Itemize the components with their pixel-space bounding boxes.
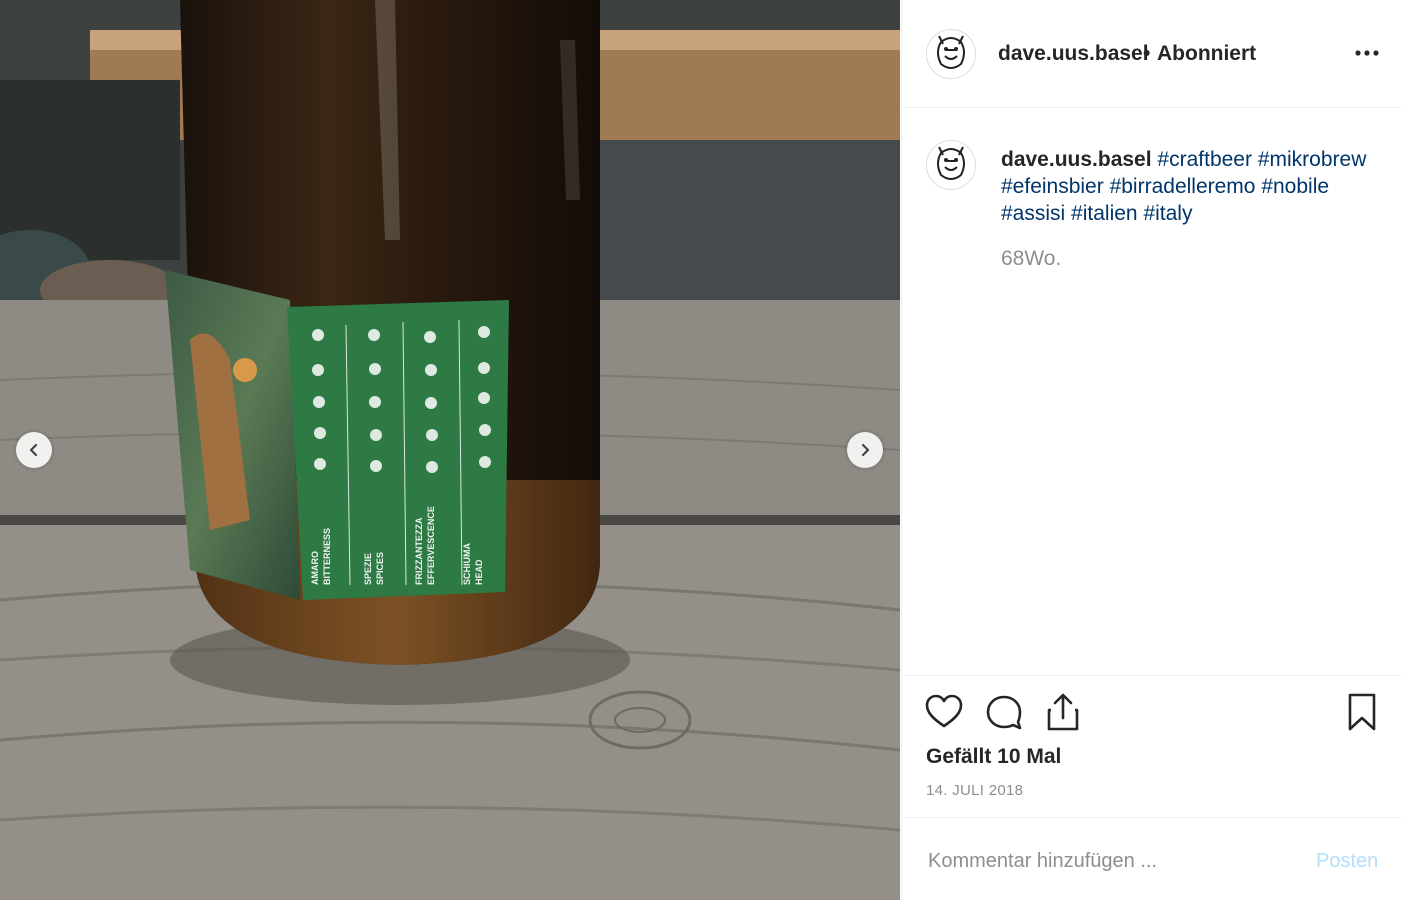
label-col-3-line2: EFFERVESCENCE	[426, 506, 436, 585]
separator-dot: •	[1143, 42, 1151, 65]
comment-input[interactable]	[926, 845, 1290, 877]
hashtag-link[interactable]: #efeinsbier	[1001, 175, 1104, 198]
hashtag-link[interactable]: #italy	[1143, 202, 1192, 225]
post-date[interactable]: 14. JULI 2018	[926, 782, 1023, 799]
next-photo-button[interactable]	[847, 432, 883, 468]
follow-status-button[interactable]: Abonniert	[1157, 42, 1256, 66]
post-photo: AMARO BITTERNESS SPEZIE SPICES FRIZZANTE…	[0, 0, 900, 900]
avatar-face-icon	[927, 141, 975, 189]
hashtag-link[interactable]: #mikrobrew	[1258, 148, 1367, 171]
avatar[interactable]	[926, 29, 976, 79]
actions-divider	[902, 675, 1402, 677]
hashtag-link[interactable]: #assisi	[1001, 202, 1065, 225]
post-side-panel: dave.uus.basel • Abonniert dave.uus.base…	[901, 0, 1402, 900]
likes-count[interactable]: Gefällt 10 Mal	[926, 745, 1061, 769]
caption-avatar[interactable]	[926, 140, 976, 190]
hashtag-link[interactable]: #italien	[1071, 202, 1138, 225]
hashtag-link[interactable]: #birradelleremo	[1110, 175, 1256, 198]
hashtag-link[interactable]: #craftbeer	[1157, 148, 1252, 171]
caption-text: dave.uus.basel #craftbeer #mikrobrew #ef…	[1001, 146, 1381, 227]
chevron-left-icon	[29, 443, 38, 457]
label-col-3-line1: FRIZZANTEZZA	[414, 517, 424, 585]
chevron-right-icon	[861, 443, 870, 457]
more-horizontal-icon[interactable]	[1354, 40, 1380, 66]
post-comment-button[interactable]: Posten	[1316, 850, 1378, 873]
label-col-1-line1: AMARO	[310, 551, 320, 585]
bookmark-icon[interactable]	[1342, 692, 1382, 732]
avatar-face-icon	[927, 30, 975, 78]
bottle-label	[287, 300, 509, 600]
comment-composer: Posten	[902, 817, 1402, 901]
post-header: dave.uus.basel • Abonniert	[902, 0, 1402, 108]
bottle-photo: AMARO BITTERNESS SPEZIE SPICES FRIZZANTE…	[0, 0, 900, 900]
label-col-2-line2: SPICES	[375, 552, 385, 585]
caption-username[interactable]: dave.uus.basel	[1001, 148, 1152, 171]
caption-timestamp[interactable]: 68Wo.	[1001, 247, 1061, 271]
label-col-4-line2: HEAD	[474, 559, 484, 585]
share-icon[interactable]	[1043, 692, 1083, 732]
heart-icon[interactable]	[924, 692, 964, 732]
comment-icon[interactable]	[984, 692, 1024, 732]
previous-photo-button[interactable]	[16, 432, 52, 468]
label-col-1-line2: BITTERNESS	[322, 528, 332, 585]
label-col-4-line1: SCHIUMA	[462, 543, 472, 585]
hashtag-link[interactable]: #nobile	[1261, 175, 1329, 198]
header-username[interactable]: dave.uus.basel	[998, 42, 1149, 66]
label-col-2-line1: SPEZIE	[363, 553, 373, 585]
